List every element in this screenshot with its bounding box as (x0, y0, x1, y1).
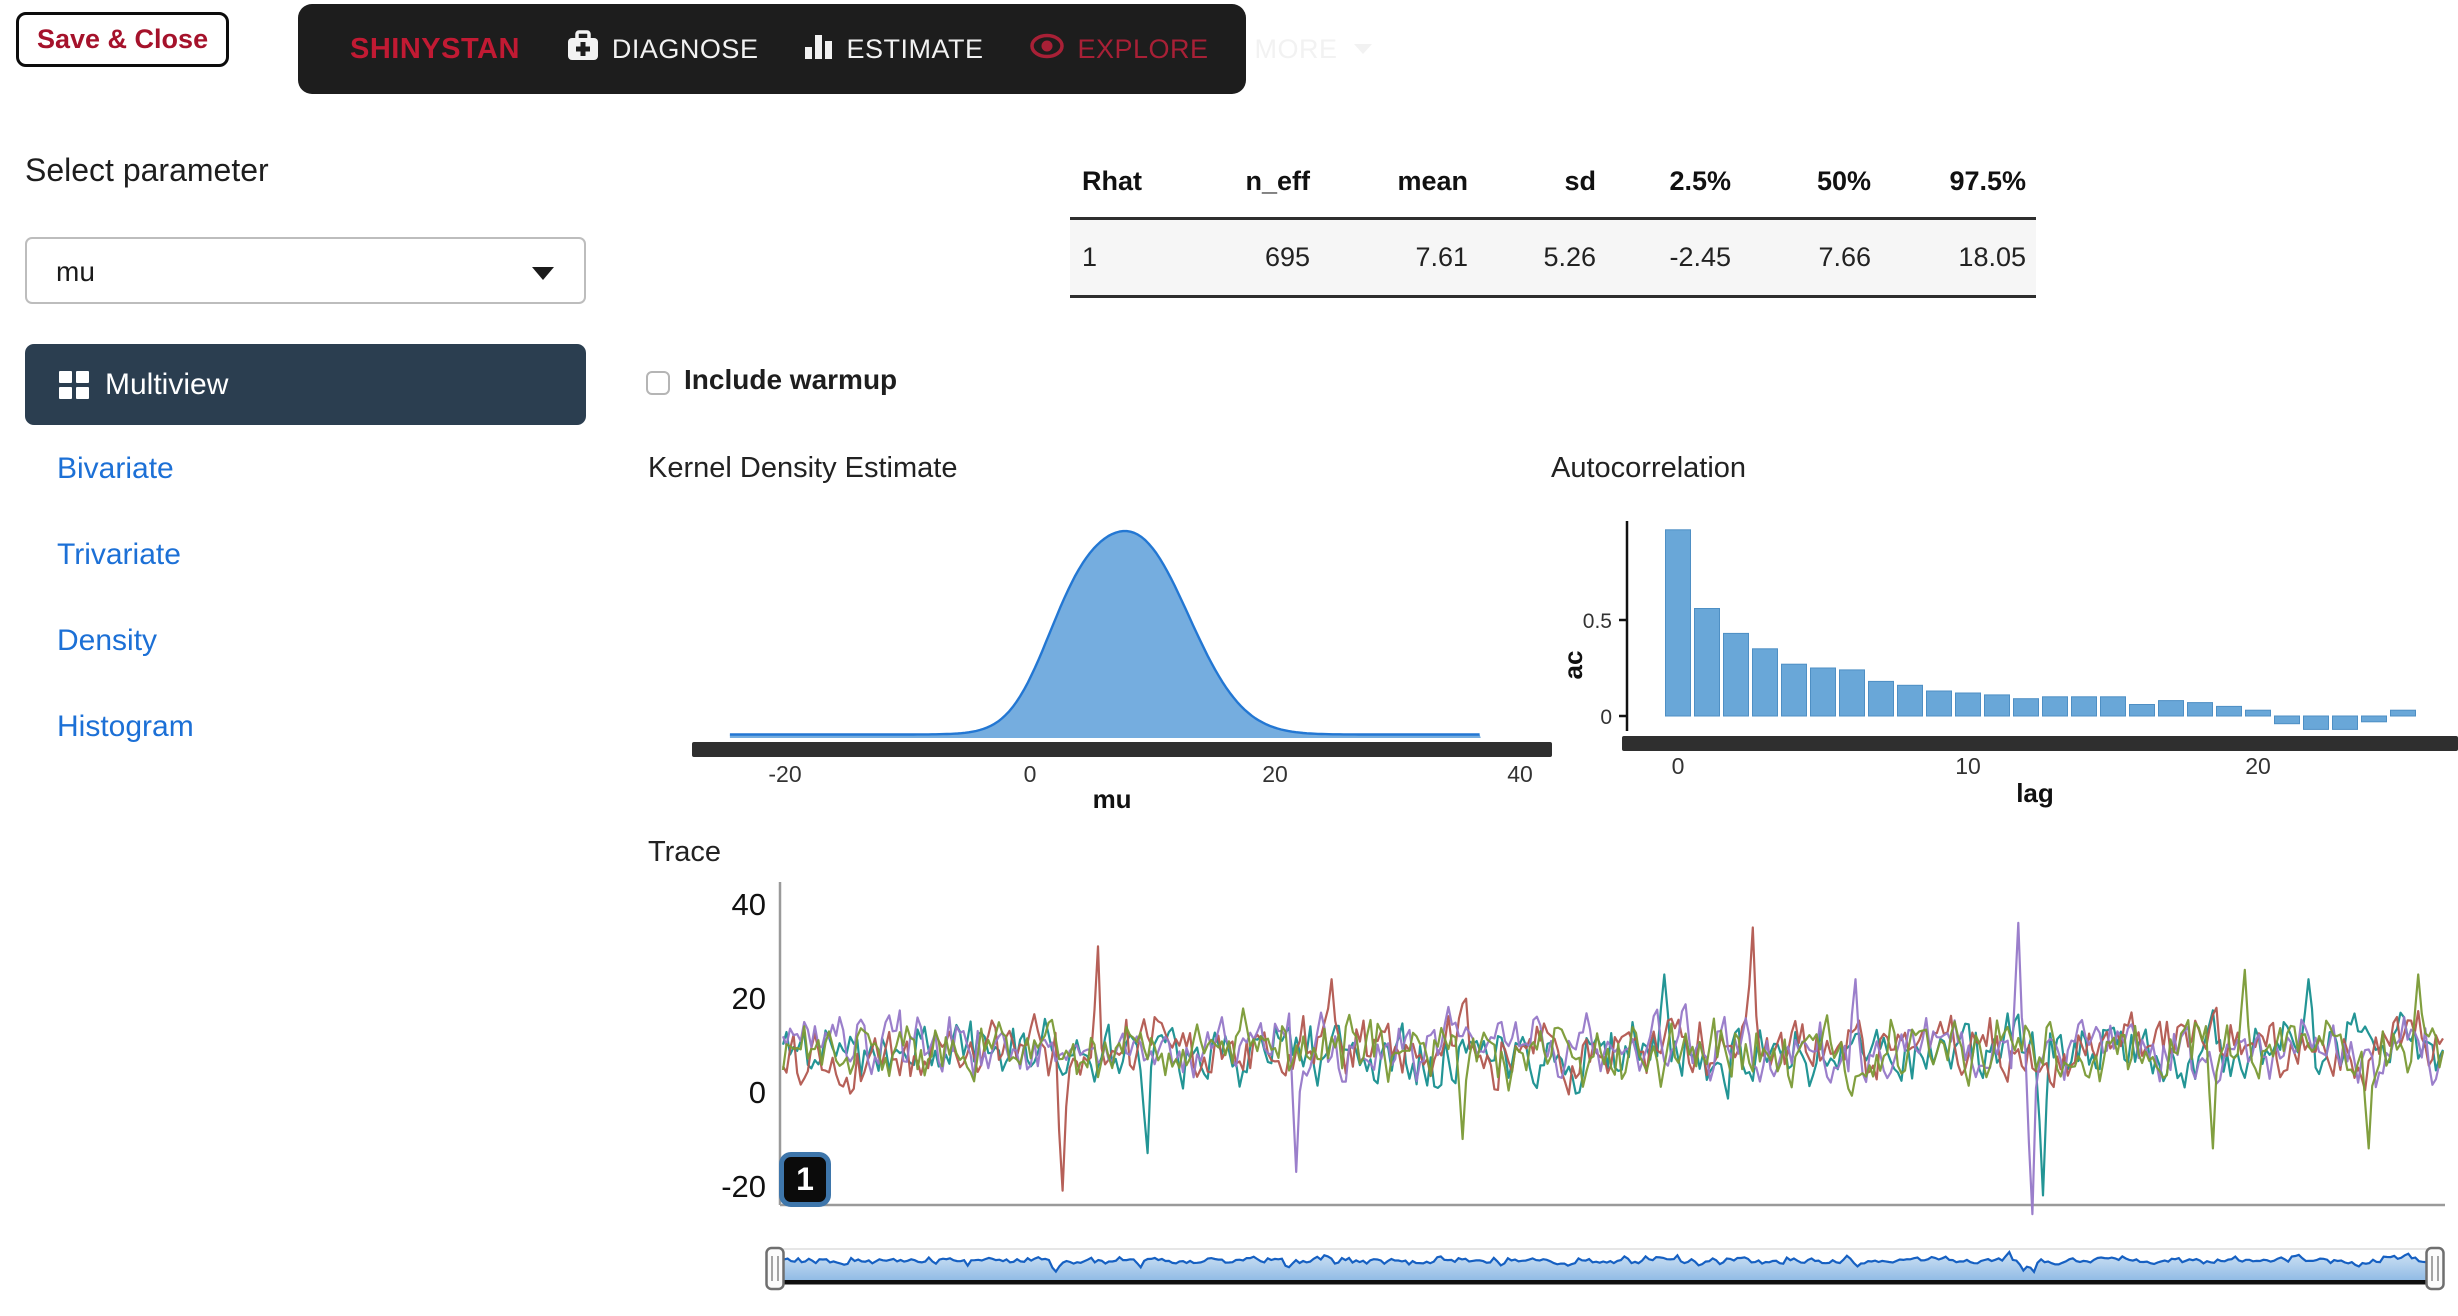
sidebar-item-bivariate[interactable]: Bivariate (57, 452, 174, 486)
svg-text:40: 40 (1507, 761, 1533, 787)
nav-item-label: MORE (1255, 34, 1338, 65)
parameter-select-value: mu (56, 256, 95, 288)
range-handle-right[interactable] (2427, 1248, 2444, 1289)
svg-text:10: 10 (1955, 753, 1981, 779)
autocorrelation-plot-title: Autocorrelation (1551, 452, 1746, 485)
svg-text:0: 0 (1672, 753, 1685, 779)
sidebar-item-trivariate[interactable]: Trivariate (57, 538, 181, 572)
caret-down-icon (1354, 44, 1372, 54)
svg-text:20: 20 (1262, 761, 1288, 787)
summary-stats-table: Rhat n_eff mean sd 2.5% 50% 97.5% 1 695 … (1070, 148, 2036, 298)
nav-item-diagnose[interactable]: DIAGNOSE (566, 30, 759, 69)
col-mean: mean (1320, 148, 1478, 219)
svg-text:-20: -20 (721, 1169, 766, 1204)
col-q50: 50% (1741, 148, 1881, 219)
chevron-down-icon (532, 267, 554, 280)
brand-shinystan[interactable]: SHINYSTAN (350, 33, 520, 66)
svg-text:20: 20 (2245, 753, 2271, 779)
table-row: 1 695 7.61 5.26 -2.45 7.66 18.05 (1070, 219, 2036, 297)
sidebar-item-label: Multiview (105, 368, 228, 402)
svg-text:20: 20 (732, 981, 766, 1016)
shinystan-app: Save & Close SHINYSTAN DIAGNOSE (0, 0, 2458, 1316)
svg-text:40: 40 (732, 887, 766, 922)
nav-item-label: ESTIMATE (846, 34, 983, 65)
col-q97-5: 97.5% (1881, 148, 2036, 219)
range-handle-left[interactable] (767, 1248, 784, 1289)
cell-sd: 5.26 (1478, 219, 1606, 297)
cell-q97-5: 18.05 (1881, 219, 2036, 297)
kde-plot: -20 0 20 40 mu (680, 505, 1560, 815)
nav-item-label: DIAGNOSE (612, 34, 759, 65)
trace-chain-badge[interactable]: 1 (779, 1152, 831, 1207)
svg-text:lag: lag (2016, 778, 2054, 808)
stats-header-row: Rhat n_eff mean sd 2.5% 50% 97.5% (1070, 148, 2036, 219)
top-navbar: SHINYSTAN DIAGNOSE ESTIMATE (298, 4, 1246, 94)
col-rhat: Rhat (1070, 148, 1170, 219)
svg-text:0.5: 0.5 (1583, 610, 1612, 633)
col-q2-5: 2.5% (1606, 148, 1741, 219)
eye-icon (1029, 33, 1065, 66)
svg-text:mu: mu (1093, 784, 1132, 814)
svg-text:0: 0 (1024, 761, 1037, 787)
trace-range-selector[interactable] (763, 1246, 2453, 1294)
medkit-icon (566, 30, 600, 69)
parameter-select[interactable]: mu (25, 237, 586, 304)
sidebar-item-histogram[interactable]: Histogram (57, 710, 194, 744)
col-neff: n_eff (1170, 148, 1320, 219)
kde-plot-title: Kernel Density Estimate (648, 452, 957, 485)
select-parameter-label: Select parameter (25, 152, 269, 189)
svg-text:ac: ac (1558, 651, 1588, 680)
sidebar-item-density[interactable]: Density (57, 624, 157, 658)
svg-text:0: 0 (749, 1075, 766, 1110)
col-sd: sd (1478, 148, 1606, 219)
bar-chart-icon (804, 31, 834, 68)
svg-text:-20: -20 (768, 761, 801, 787)
include-warmup-label: Include warmup (684, 364, 897, 396)
sidebar-item-multiview[interactable]: Multiview (25, 344, 586, 425)
cell-q50: 7.66 (1741, 219, 1881, 297)
nav-item-label: EXPLORE (1077, 34, 1208, 65)
include-warmup-checkbox[interactable] (646, 371, 670, 395)
save-close-button[interactable]: Save & Close (16, 12, 229, 67)
trace-plot[interactable]: 40 20 0 -20 (640, 838, 2450, 1228)
cell-neff: 695 (1170, 219, 1320, 297)
grid-icon (59, 371, 89, 399)
cell-mean: 7.61 (1320, 219, 1478, 297)
cell-q2-5: -2.45 (1606, 219, 1741, 297)
nav-item-more[interactable]: MORE (1255, 34, 1372, 65)
autocorrelation-plot: 0 0.5 0 10 20 lag ac (1542, 505, 2458, 815)
nav-item-explore[interactable]: EXPLORE (1029, 33, 1208, 66)
svg-text:0: 0 (1600, 706, 1612, 729)
cell-rhat: 1 (1070, 219, 1170, 297)
nav-item-estimate[interactable]: ESTIMATE (804, 31, 983, 68)
